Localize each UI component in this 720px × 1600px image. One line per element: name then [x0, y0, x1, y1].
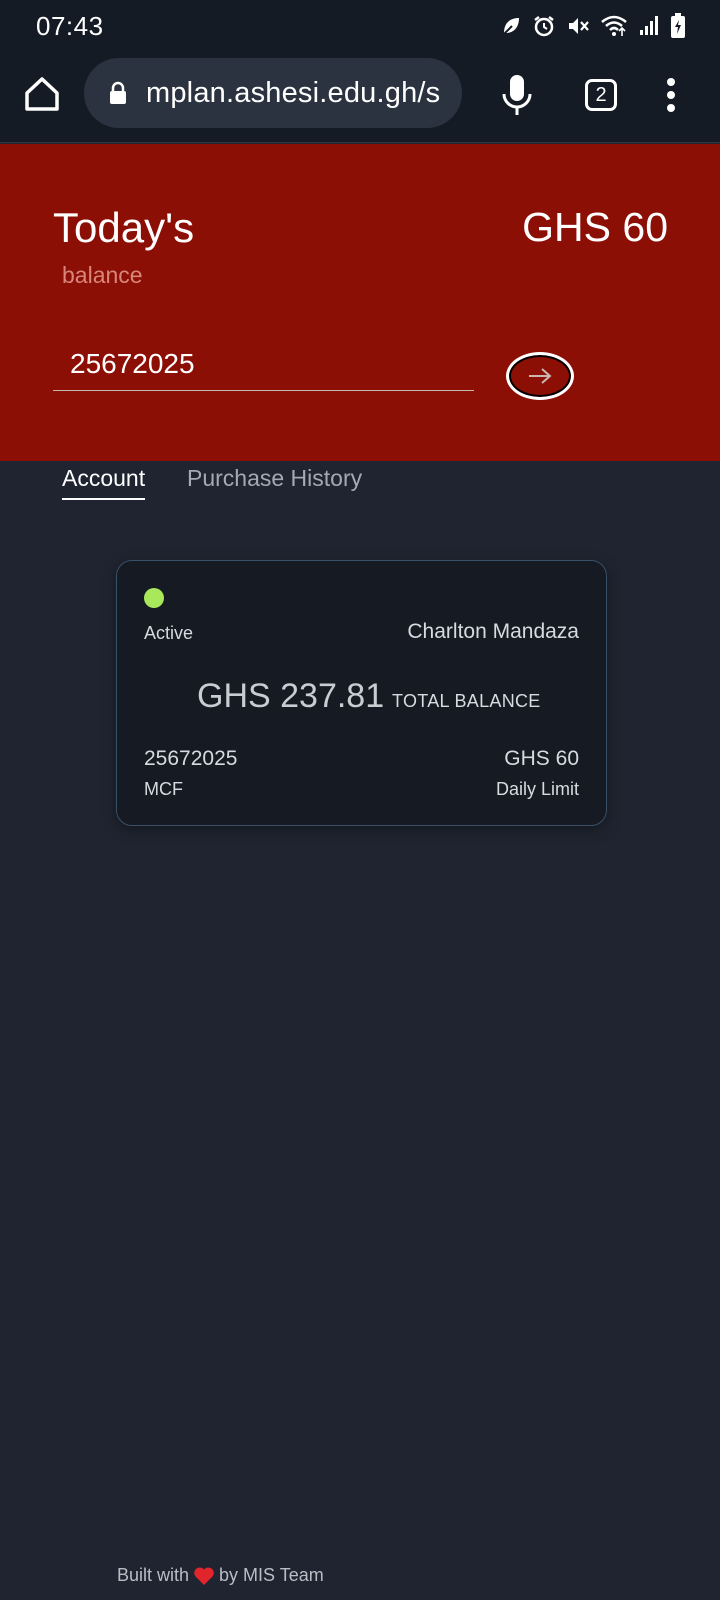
url-text: mplan.ashesi.edu.gh/s: [146, 76, 441, 109]
status-bar: 07:43: [0, 0, 720, 52]
balance-header: Today's balance GHS 60: [0, 144, 720, 461]
status-icons: [500, 13, 686, 39]
submit-button[interactable]: [506, 352, 574, 400]
status-time: 07:43: [36, 10, 104, 41]
heart-icon: [194, 1566, 214, 1585]
home-button[interactable]: [22, 74, 62, 118]
leaf-icon: [502, 18, 519, 36]
total-balance-label: TOTAL BALANCE: [392, 691, 541, 711]
daily-limit-label: Daily Limit: [495, 779, 579, 799]
battery-icon: [671, 13, 685, 38]
mute-icon: [569, 18, 589, 34]
student-id-input[interactable]: [53, 337, 474, 391]
footer-prefix: Built with: [117, 1565, 190, 1585]
lock-icon: [110, 81, 126, 104]
total-balance-amount: GHS 237.81: [197, 677, 385, 715]
alarm-icon: [534, 16, 554, 37]
mic-icon: [502, 75, 532, 115]
tab-purchase-history[interactable]: Purchase History: [187, 465, 362, 492]
footer-suffix: by MIS Team: [219, 1565, 324, 1585]
account-id: 25672025: [144, 747, 238, 770]
todays-balance-amount: GHS 60: [522, 204, 668, 250]
tab-account[interactable]: Account: [62, 465, 146, 500]
page-subtitle: balance: [62, 262, 143, 288]
daily-limit-amount: GHS 60: [504, 747, 579, 770]
browser-toolbar: mplan.ashesi.edu.gh/s 2: [0, 52, 720, 143]
account-holder-name: Charlton Mandaza: [407, 620, 579, 643]
wifi-icon: [601, 15, 627, 36]
status-indicator: [144, 588, 164, 608]
more-vert-icon[interactable]: [664, 78, 678, 114]
footer: Built with by MIS Team: [117, 1565, 324, 1586]
meal-plan-type: MCF: [144, 779, 183, 799]
tab-switcher-button[interactable]: 2: [585, 79, 617, 111]
account-card: Active Charlton Mandaza GHS 237.81 TOTAL…: [116, 560, 607, 826]
signal-icon: [640, 16, 658, 35]
page-title: Today's: [53, 204, 195, 251]
voice-search-button[interactable]: [500, 72, 534, 118]
address-bar[interactable]: mplan.ashesi.edu.gh/s: [84, 58, 462, 128]
account-status: Active: [144, 623, 194, 643]
home-icon: [25, 77, 59, 111]
arrow-right-icon: [529, 368, 552, 384]
